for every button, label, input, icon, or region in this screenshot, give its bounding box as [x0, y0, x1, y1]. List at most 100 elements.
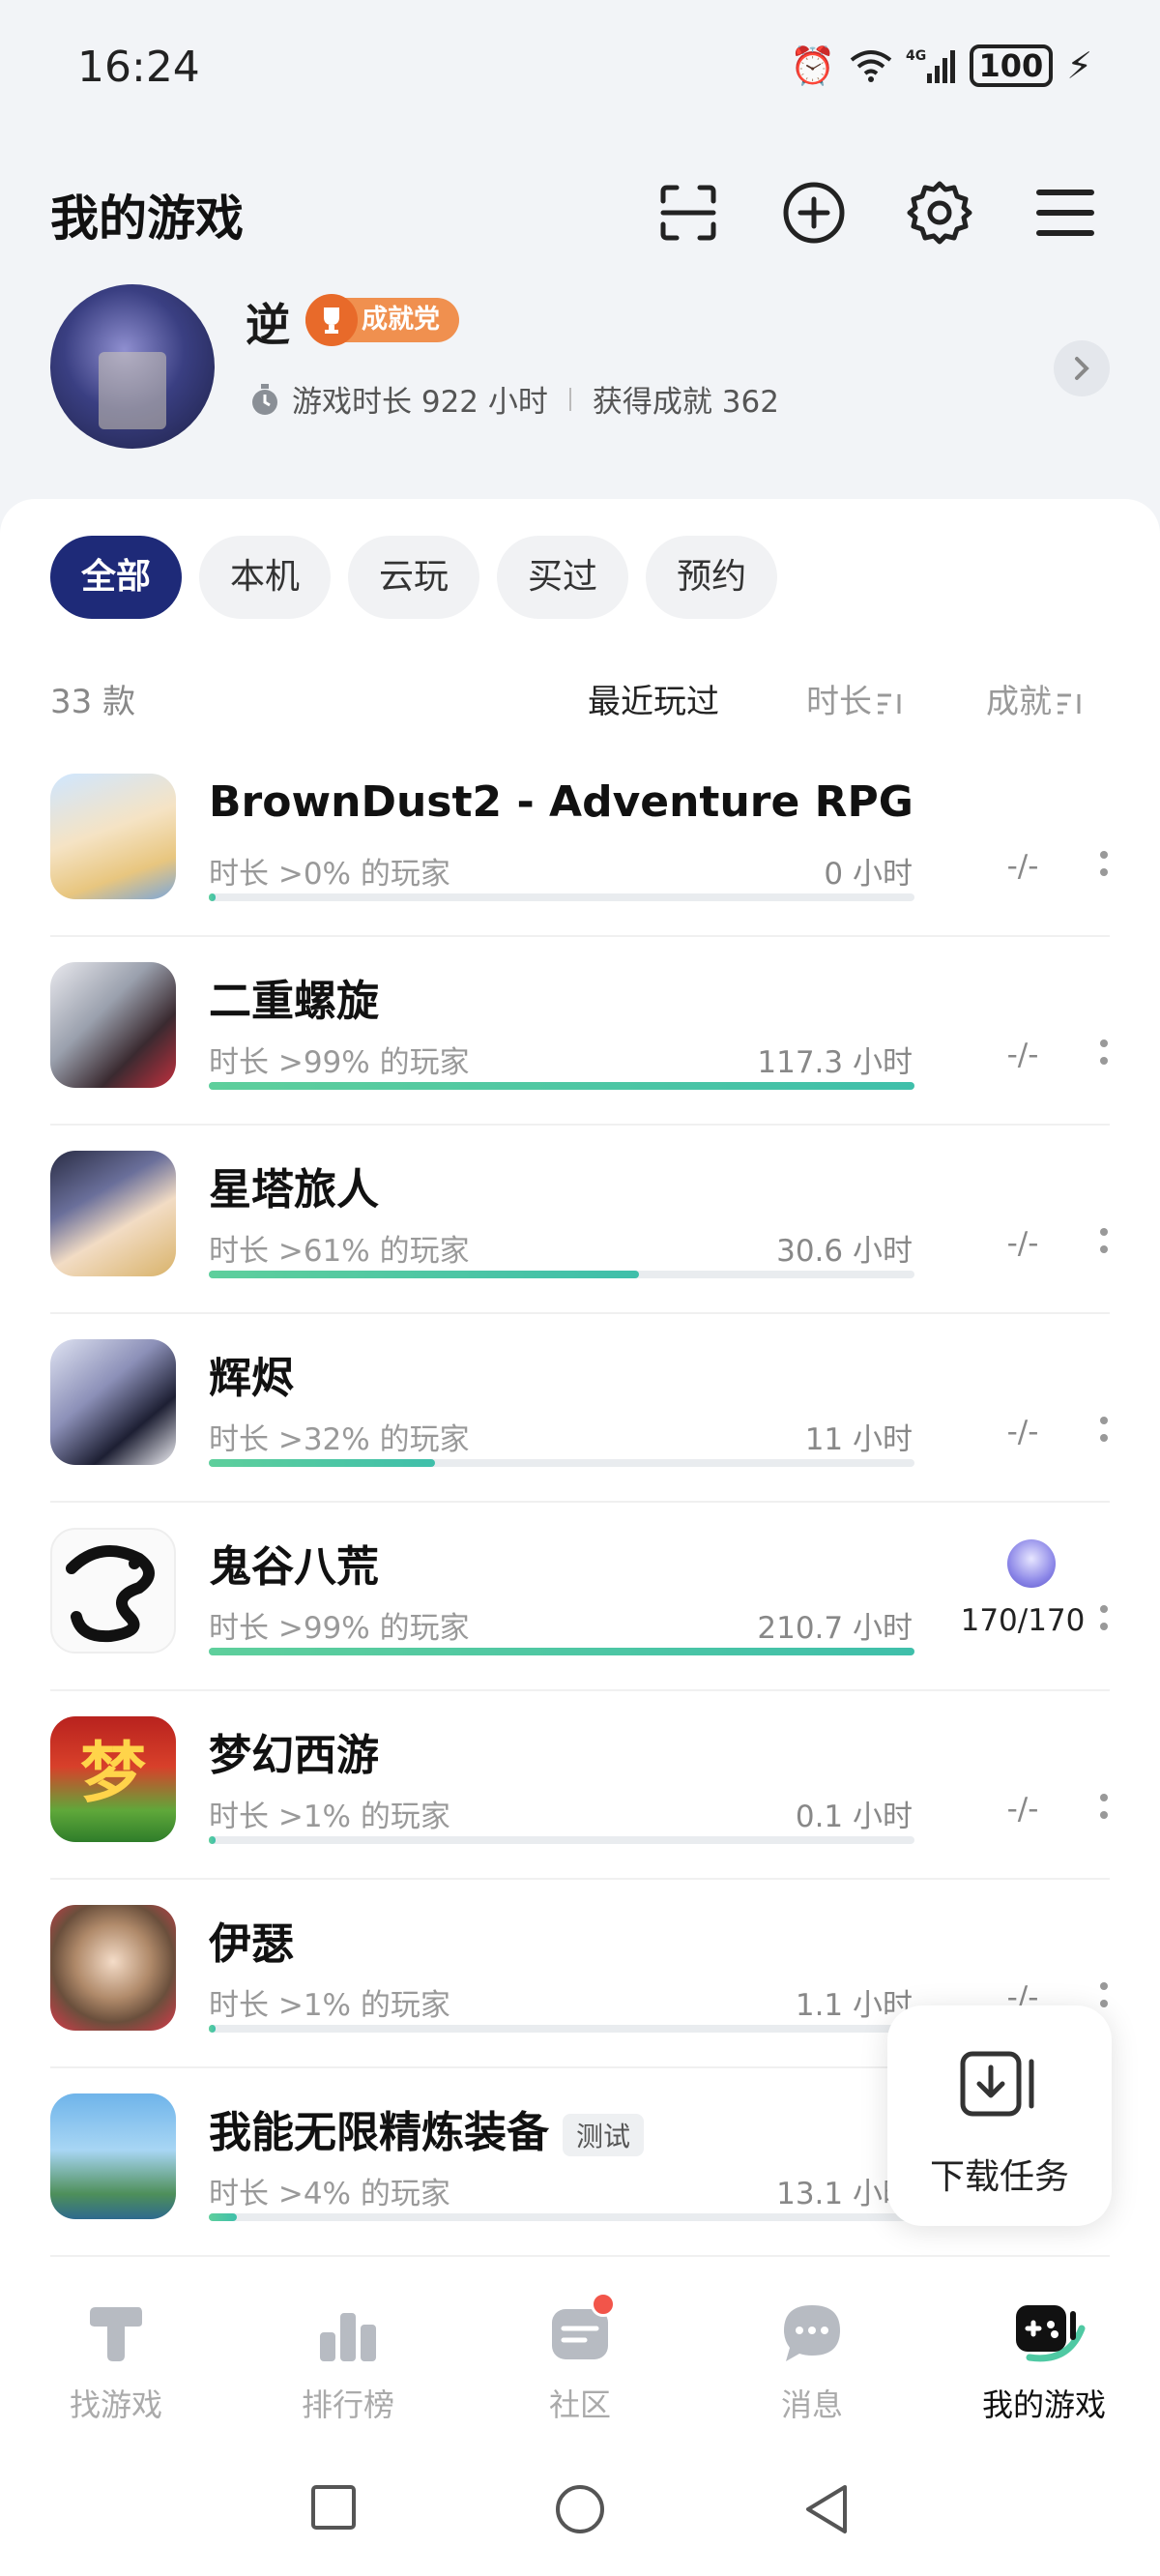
tab-local[interactable]: 本机 [199, 536, 332, 619]
achievements-total: 获得成就 362 [592, 385, 779, 420]
sort-bar: 33 款 最近玩过 时长 成就 [50, 661, 1110, 729]
menu-button[interactable] [1027, 174, 1104, 251]
game-row-dual-helix[interactable]: 二重螺旋 时长 >99% 的玩家 117.3 小时 -/- [50, 937, 1110, 1126]
svg-text:梦: 梦 [80, 1736, 146, 1812]
find-games-icon [82, 2299, 150, 2367]
game-icon-yise [50, 1905, 176, 2031]
sort-duration[interactable]: 时长 [806, 675, 905, 722]
sort-recent[interactable]: 最近玩过 [588, 675, 719, 722]
sort-achievement-label: 成就 [986, 683, 1052, 721]
system-nav-bar [0, 2454, 1160, 2576]
nav-find-games[interactable]: 找游戏 [29, 2299, 203, 2425]
game-row-browndust2[interactable]: BrownDust2 - Adventure RPG 时长 >0% 的玩家 0 … [50, 748, 1110, 937]
game-icon-star-tower [50, 1151, 176, 1276]
nav-my-games[interactable]: 我的游戏 [957, 2299, 1131, 2425]
achievement-progress: 170/170 [960, 1603, 1086, 1638]
filter-tabs: 全部 本机 云玩 买过 预约 [50, 536, 778, 619]
more-options-button[interactable] [1098, 1228, 1110, 1253]
playtime-percentile: 时长 >32% 的玩家 [209, 1422, 470, 1457]
playtime-hours: 30.6 小时 [776, 1234, 913, 1269]
game-name: 辉烬 [209, 1354, 294, 1403]
sort-duration-label: 时长 [806, 683, 872, 721]
scan-button[interactable] [650, 174, 727, 251]
download-tasks-button[interactable]: 下载任务 [887, 2005, 1112, 2226]
avatar[interactable] [50, 284, 215, 449]
nav-label: 社区 [548, 2386, 611, 2423]
game-name: BrownDust2 - Adventure RPG [209, 777, 914, 827]
playtime-hours: 117.3 小时 [757, 1045, 913, 1080]
scan-icon [660, 185, 716, 241]
playtime-percentile: 时长 >1% 的玩家 [209, 1988, 450, 2023]
game-name-text: 我能无限精炼装备 [209, 2108, 549, 2157]
nav-label: 排行榜 [301, 2386, 394, 2423]
svg-text:4G: 4G [906, 48, 926, 64]
home-button[interactable] [554, 2483, 606, 2535]
username: 逆 [246, 299, 290, 351]
playtime-bar-fill [209, 2213, 238, 2221]
more-options-button[interactable] [1098, 1605, 1110, 1630]
battery-indicator: 100 [969, 44, 1054, 87]
achievement-progress: -/- [1006, 1792, 1039, 1827]
game-name: 二重螺旋 [209, 977, 379, 1026]
tab-reserved[interactable]: 预约 [646, 536, 778, 619]
sort-achievement[interactable]: 成就 [986, 675, 1085, 722]
playtime-percentile: 时长 >1% 的玩家 [209, 1800, 450, 1834]
stats-divider [568, 387, 571, 411]
game-name: 鬼谷八荒 [209, 1542, 379, 1592]
game-icon-browndust2 [50, 774, 176, 899]
game-row-guigu-bahuang[interactable]: 鬼谷八荒 时长 >99% 的玩家 210.7 小时 170/170 [50, 1503, 1110, 1691]
nav-community[interactable]: 社区 [493, 2292, 667, 2425]
game-icon-menghuan-xiyou: 梦 [50, 1716, 176, 1842]
playtime-bar-fill [209, 1836, 217, 1844]
tab-purchased[interactable]: 买过 [497, 536, 629, 619]
playtime-bar-fill [209, 2025, 217, 2033]
profile-detail-button[interactable] [1054, 340, 1110, 396]
game-icon-infinite-refine [50, 2093, 176, 2219]
more-options-button[interactable] [1098, 1794, 1110, 1819]
status-time: 16:24 [77, 43, 200, 92]
achievement-progress: -/- [1006, 1038, 1039, 1072]
playtime-hours: 11 小时 [804, 1422, 913, 1457]
playtime-bar-fill [209, 1459, 435, 1467]
gear-icon [907, 181, 972, 245]
playtime-bar [209, 1648, 914, 1655]
playtime-bar [209, 2025, 914, 2033]
more-options-button[interactable] [1098, 1039, 1110, 1065]
game-row-menghuan-xiyou[interactable]: 梦 梦幻西游 时长 >1% 的玩家 0.1 小时 -/- [50, 1691, 1110, 1880]
page-title: 我的游戏 [50, 190, 244, 247]
game-row-huijin[interactable]: 辉烬 时长 >32% 的玩家 11 小时 -/- [50, 1314, 1110, 1503]
playtime-bar [209, 1459, 914, 1467]
nav-label: 消息 [780, 2386, 843, 2423]
charging-icon: ⚡ [1066, 44, 1092, 87]
game-name: 我能无限精炼装备 测试 [209, 2097, 645, 2159]
my-games-icon [1010, 2299, 1086, 2367]
more-options-button[interactable] [1098, 851, 1110, 876]
achievement-progress: -/- [1006, 849, 1039, 884]
more-options-button[interactable] [1098, 1982, 1110, 2007]
playtime-percentile: 时长 >99% 的玩家 [209, 1045, 470, 1080]
add-game-button[interactable] [775, 174, 853, 251]
playtime-percentile: 时长 >4% 的玩家 [209, 2177, 450, 2211]
nav-label: 找游戏 [69, 2386, 162, 2423]
tab-all[interactable]: 全部 [50, 536, 183, 619]
playtime-percentile: 时长 >99% 的玩家 [209, 1611, 470, 1646]
achievement-progress: -/- [1006, 1226, 1039, 1261]
status-icons: ⏰ 4G 100 ⚡ [790, 44, 1092, 87]
settings-button[interactable] [901, 174, 978, 251]
more-options-button[interactable] [1098, 1417, 1110, 1442]
game-name: 伊瑟 [209, 1919, 294, 1969]
playtime-bar [209, 2213, 914, 2221]
recent-apps-button[interactable] [309, 2483, 358, 2532]
playtime-hours: 210.7 小时 [757, 1611, 913, 1646]
game-icon-guigu-bahuang [50, 1528, 176, 1654]
nav-messages[interactable]: 消息 [725, 2299, 899, 2425]
hamburger-menu-icon [1036, 190, 1094, 236]
game-row-star-tower[interactable]: 星塔旅人 时长 >61% 的玩家 30.6 小时 -/- [50, 1126, 1110, 1314]
nav-ranking[interactable]: 排行榜 [261, 2299, 435, 2425]
community-icon [546, 2292, 616, 2367]
sort-icon [1058, 693, 1081, 714]
nav-label: 我的游戏 [981, 2386, 1106, 2423]
playtime-percentile: 时长 >61% 的玩家 [209, 1234, 470, 1269]
back-button[interactable] [802, 2483, 851, 2535]
tab-cloud[interactable]: 云玩 [348, 536, 480, 619]
